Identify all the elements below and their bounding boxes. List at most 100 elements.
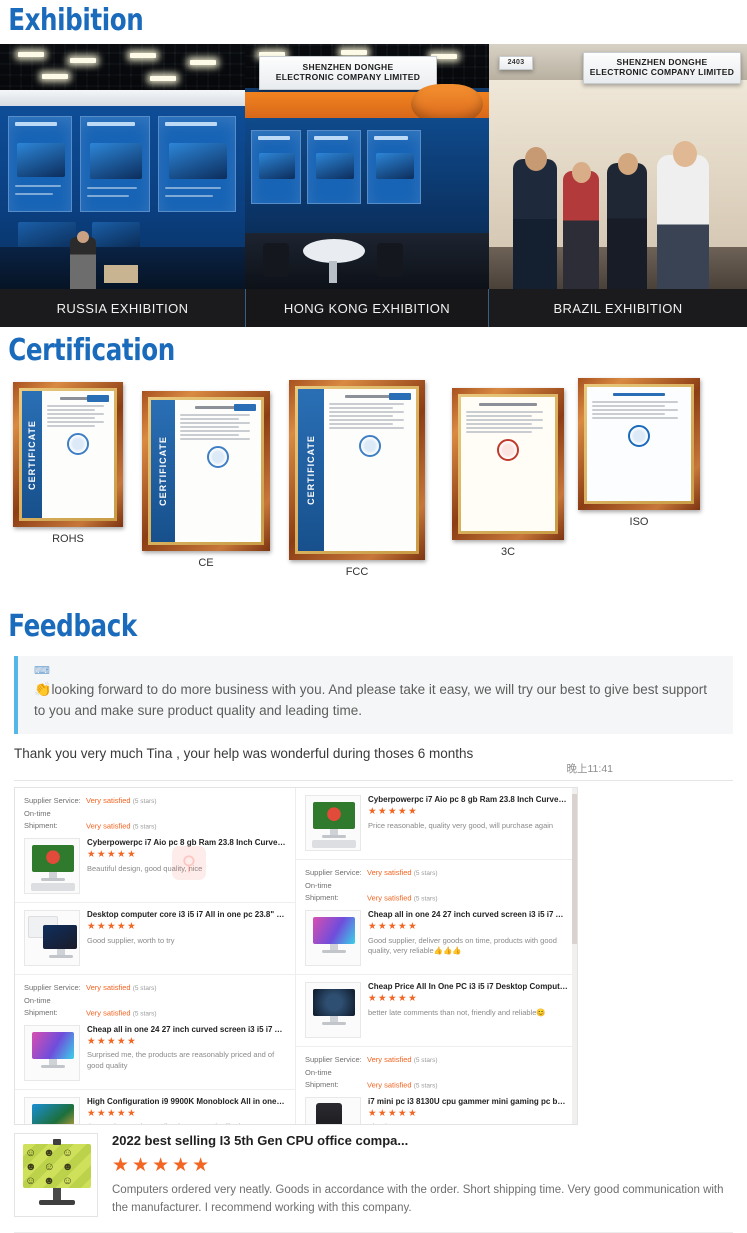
- meta-note: (5 stars): [413, 895, 438, 903]
- certificate-seal: [497, 439, 519, 461]
- review-item[interactable]: Supplier Service: Very satisfied (5 stars…: [15, 975, 295, 1090]
- certificate-seal: [207, 446, 230, 468]
- star-rating: ★★★★★: [87, 921, 138, 933]
- certificate-sidebar-text: CERTIFICATE: [151, 400, 176, 542]
- clapping-hands-icon: 👏: [34, 681, 52, 697]
- scrollbar[interactable]: [572, 788, 577, 1125]
- meta-label-supplier-service: Supplier Service:: [305, 868, 362, 878]
- visitor-person: [70, 237, 96, 289]
- certificate-label-rohs: ROHS: [52, 533, 84, 545]
- review-item[interactable]: Supplier Service: Very satisfied (5 stars…: [15, 788, 295, 903]
- product-thumbnail[interactable]: [305, 1096, 361, 1125]
- exhibition-image-strip: SHENZHEN DONGHE ELECTRONIC COMPANY LIMIT…: [0, 44, 747, 289]
- meta-label-on-time-shipment: On-time Shipment:: [24, 995, 58, 1017]
- review-text: Beautiful design, good quality, nice: [87, 863, 203, 873]
- meta-note: (5 stars): [132, 823, 157, 831]
- certificate-seal: [67, 433, 90, 455]
- product-title[interactable]: High Configuration i9 9900K Monoblock Al…: [87, 1097, 286, 1107]
- review-meta: Supplier Service: Very satisfied (5 stars…: [305, 867, 568, 905]
- featured-product-thumbnail[interactable]: [14, 1133, 98, 1218]
- certificate-seal: [358, 435, 381, 457]
- booth-sign-line2: ELECTRONIC COMPANY LIMITED: [275, 72, 421, 82]
- review-text: Surprised me, the products are reasonabl…: [87, 1050, 275, 1071]
- certificate-body: [324, 389, 416, 551]
- review-text: Good supplier, deliver goods on time, pr…: [368, 935, 557, 956]
- review-text: better late comments than not, friendly …: [368, 1007, 546, 1017]
- booth-sign-line2: ELECTRONIC COMPANY LIMITED: [589, 67, 735, 77]
- product-title[interactable]: Cheap Price All In One PC i3 i5 i7 Deskt…: [368, 982, 568, 992]
- certificate-rohs[interactable]: CERTIFICATE ROHS: [13, 382, 123, 545]
- review-screenshot-panel[interactable]: Supplier Service: Very satisfied (5 stars…: [14, 787, 578, 1126]
- page-title-feedback: Feedback: [8, 609, 137, 644]
- certificate-sidebar-text: CERTIFICATE: [298, 389, 324, 551]
- featured-review[interactable]: 2022 best selling I3 5th Gen CPU office …: [14, 1133, 733, 1233]
- certificate-label-fcc: FCC: [345, 566, 369, 578]
- certificate-ce[interactable]: CERTIFICATE CE: [142, 391, 270, 569]
- certificate-logo: [87, 395, 109, 402]
- product-thumbnail[interactable]: [24, 909, 80, 966]
- product-thumbnail[interactable]: [24, 837, 80, 894]
- product-title[interactable]: Desktop computer core i3 i5 i7 All in on…: [87, 910, 286, 920]
- booth-sign-board: SHENZHEN DONGHE ELECTRONIC COMPANY LIMIT…: [259, 56, 437, 90]
- product-thumbnail[interactable]: [305, 909, 361, 966]
- exhibition-photo-brazil[interactable]: SHENZHEN DONGHE ELECTRONIC COMPANY LIMIT…: [489, 44, 747, 289]
- meta-note: (5 stars): [413, 1082, 438, 1089]
- product-thumbnail[interactable]: [305, 795, 361, 852]
- exhibition-photo-hongkong[interactable]: SHENZHEN DONGHE ELECTRONIC COMPANY LIMIT…: [245, 44, 489, 289]
- certificate-iso[interactable]: ISO: [578, 378, 700, 528]
- meta-value: Very satisfied: [367, 1054, 412, 1064]
- feedback-thank-message: Thank you very much Tina , your help was…: [14, 745, 474, 761]
- review-column-right: Cyberpowerpc i7 Aio pc 8 gb Ram 23.8 Inc…: [296, 788, 577, 1125]
- booth-photo-hongkong: SHENZHEN DONGHE ELECTRONIC COMPANY LIMIT…: [245, 44, 489, 289]
- star-rating: ★★★★★: [87, 849, 138, 861]
- person-3: [607, 163, 647, 289]
- scrollbar-thumb[interactable]: [572, 794, 577, 945]
- meta-note: (5 stars): [132, 798, 157, 806]
- meta-value: Very satisfied: [86, 982, 131, 992]
- feedback-quote-body: looking forward to do more business with…: [34, 682, 708, 718]
- review-item[interactable]: Desktop computer core i3 i5 i7 All in on…: [15, 903, 295, 975]
- booth-wall-blue: [0, 90, 245, 289]
- review-column-left: Supplier Service: Very satisfied (5 stars…: [15, 788, 296, 1125]
- feedback-thank-message-row: Thank you very much Tina , your help was…: [14, 744, 733, 782]
- star-rating: ★★★★★: [368, 993, 419, 1005]
- product-title[interactable]: Cheap all in one 24 27 inch curved scree…: [87, 1025, 286, 1035]
- page-title-exhibition: Exhibition: [8, 3, 144, 38]
- ceiling-grid: [0, 44, 245, 96]
- review-item[interactable]: Supplier Service: Very satisfied (5 stars…: [296, 1047, 577, 1125]
- meta-value: Very satisfied: [367, 868, 412, 878]
- product-thumbnail[interactable]: [24, 1096, 80, 1125]
- person-1-head: [525, 147, 547, 171]
- certificate-logo: [234, 404, 256, 411]
- certificate-gallery: CERTIFICATE ROHS CERTIFICATE CE CERTIFIC…: [0, 374, 747, 599]
- star-rating: ★★★★★: [368, 1108, 419, 1120]
- meta-label-on-time-shipment: On-time Shipment:: [305, 880, 339, 903]
- featured-product-title[interactable]: 2022 best selling I3 5th Gen CPU office …: [112, 1133, 733, 1150]
- certificate-fcc[interactable]: CERTIFICATE FCC: [289, 380, 425, 578]
- star-rating: ★★★★★: [368, 806, 419, 818]
- certificate-seal: [628, 425, 650, 447]
- review-item[interactable]: Cyberpowerpc i7 Aio pc 8 gb Ram 23.8 Inc…: [296, 788, 577, 861]
- review-meta: Supplier Service: Very satisfied (5 stars…: [24, 982, 286, 1020]
- product-title[interactable]: Cheap all in one 24 27 inch curved scree…: [368, 910, 568, 920]
- meta-label-supplier-service: Supplier Service:: [305, 1054, 362, 1064]
- exhibition-photo-russia[interactable]: [0, 44, 245, 289]
- product-title[interactable]: Cyberpowerpc i7 Aio pc 8 gb Ram 23.8 Inc…: [368, 795, 568, 805]
- booth-photo-russia: [0, 44, 245, 289]
- product-thumbnail[interactable]: [24, 1024, 80, 1081]
- product-title[interactable]: Cyberpowerpc i7 Aio pc 8 gb Ram 23.8 Inc…: [87, 838, 286, 848]
- person-3-head: [618, 153, 638, 175]
- review-item[interactable]: High Configuration i9 9900K Monoblock Al…: [15, 1090, 295, 1125]
- product-thumbnail[interactable]: [305, 981, 361, 1038]
- meta-value: Very satisfied: [86, 821, 131, 831]
- review-item[interactable]: Cheap Price All In One PC i3 i5 i7 Deskt…: [296, 975, 577, 1047]
- meta-value: Very satisfied: [86, 1008, 131, 1017]
- review-text: Good supplier, worth to try: [87, 935, 175, 945]
- certificate-body: [175, 400, 261, 542]
- featured-review-text: Computers ordered very neatly. Goods in …: [112, 1184, 724, 1215]
- product-title[interactable]: i7 mini pc i3 8130U cpu gammer mini gami…: [368, 1097, 568, 1107]
- exhibition-section: Exhibition SHENZHEN DONGHE ELECTRONIC CO…: [0, 0, 747, 327]
- review-item[interactable]: Supplier Service: Very satisfied (5 stars…: [296, 860, 577, 975]
- certification-section: Certification CERTIFICATE ROHS CERTIFICA…: [0, 327, 747, 603]
- certificate-3c[interactable]: 3C: [452, 388, 564, 558]
